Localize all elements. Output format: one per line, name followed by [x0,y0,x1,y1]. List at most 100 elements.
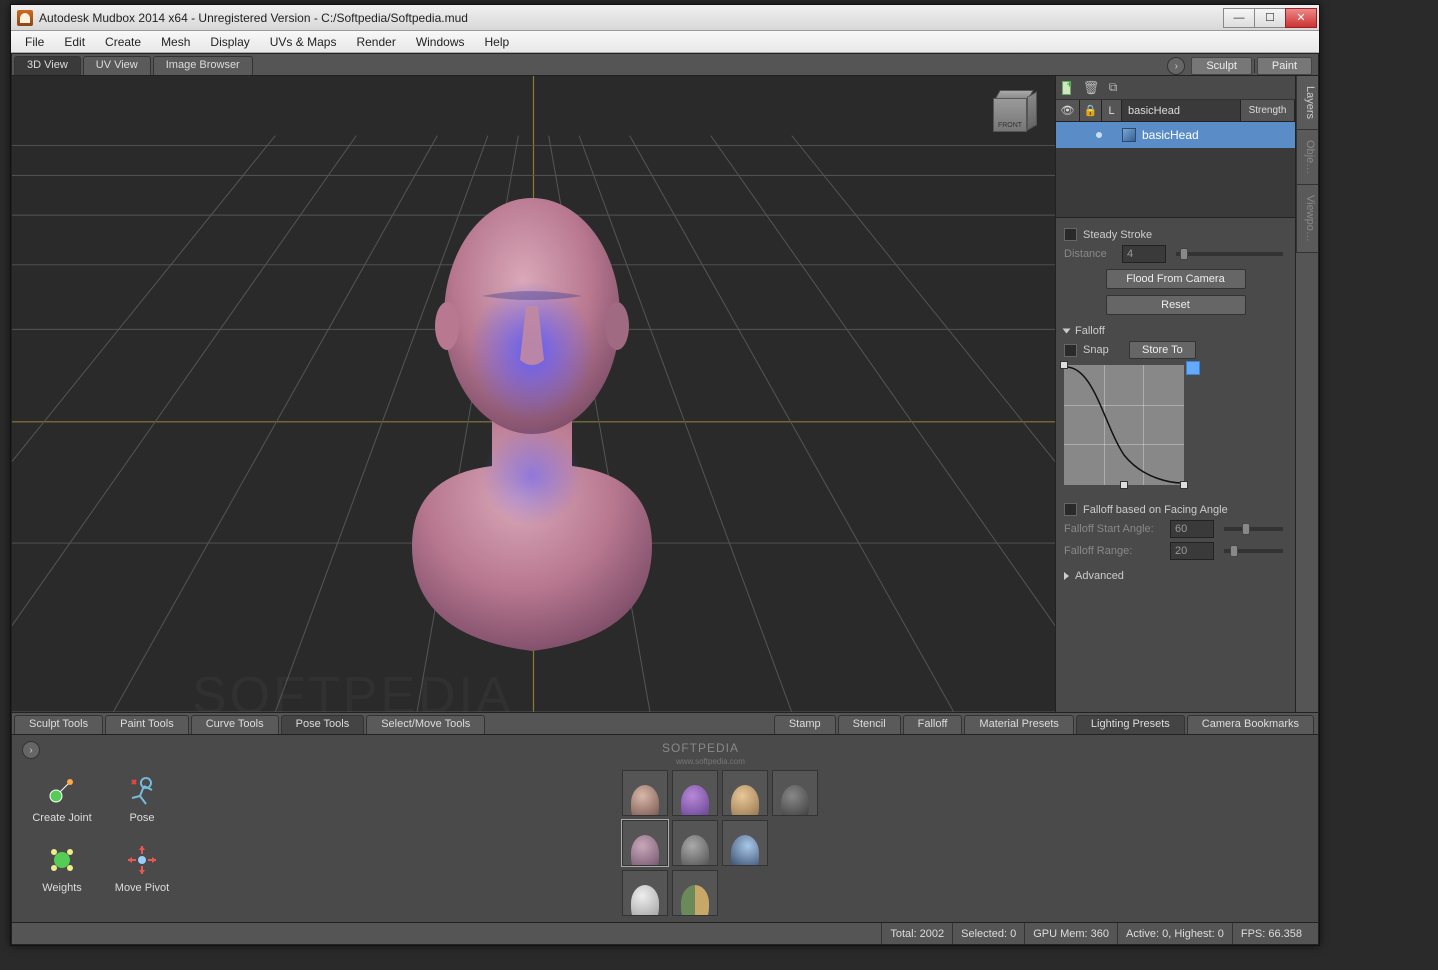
falloff-range-field[interactable]: 20 [1170,542,1214,560]
tab-sculpt-tools[interactable]: Sculpt Tools [14,715,103,734]
falloff-graph[interactable] [1064,365,1184,485]
side-tab-objects[interactable]: Obje… [1296,130,1318,185]
lighting-preset-2[interactable] [672,770,718,816]
tool-label: Weights [42,882,82,894]
minimize-button[interactable]: — [1223,8,1255,28]
mode-divider [1254,59,1255,73]
pose-tools-tray: › Create Joint Pose [12,735,612,922]
viewcube[interactable]: FRONT [993,90,1039,136]
viewcube-front[interactable]: FRONT [993,98,1027,132]
falloff-label: Falloff [1075,325,1105,337]
menu-file[interactable]: File [15,33,54,51]
pose-icon [124,772,160,808]
tool-weights[interactable]: Weights [22,833,102,903]
new-layer-icon[interactable] [1062,81,1076,95]
col-strength[interactable]: Strength [1241,100,1295,121]
tab-pose-tools[interactable]: Pose Tools [281,715,365,734]
snap-checkbox[interactable] [1064,344,1077,357]
tab-falloff[interactable]: Falloff [903,715,963,734]
window-title: Autodesk Mudbox 2014 x64 - Unregistered … [39,11,1224,25]
tool-move-pivot[interactable]: Move Pivot [102,833,182,903]
falloff-start-slider[interactable] [1224,527,1283,531]
status-gpu: GPU Mem: 360 [1024,923,1117,944]
lighting-preset-1[interactable] [622,770,668,816]
lighting-preset-8[interactable] [622,870,668,916]
falloff-section-header[interactable]: Falloff [1064,325,1287,337]
tab-paint-tools[interactable]: Paint Tools [105,715,189,734]
tab-curve-tools[interactable]: Curve Tools [191,715,279,734]
menu-display[interactable]: Display [200,33,259,51]
menu-windows[interactable]: Windows [406,33,475,51]
menu-edit[interactable]: Edit [54,33,95,51]
tray-collapse-button[interactable]: › [22,741,40,759]
app-icon [17,10,33,26]
menu-mesh[interactable]: Mesh [151,33,200,51]
mode-paint[interactable]: Paint [1257,57,1312,75]
steady-stroke-checkbox[interactable] [1064,228,1077,241]
distance-field[interactable]: 4 [1122,245,1166,263]
falloff-start-field[interactable]: 60 [1170,520,1214,538]
view-tabs: 3D View UV View Image Browser › Sculpt P… [12,54,1318,76]
tab-uv-view[interactable]: UV View [83,56,151,75]
head-model [392,186,672,656]
tab-select-move-tools[interactable]: Select/Move Tools [366,715,485,734]
falloff-range-slider[interactable] [1224,549,1283,553]
reset-button[interactable]: Reset [1106,295,1246,315]
tab-3d-view[interactable]: 3D View [14,56,81,75]
viewcube-side[interactable] [1027,91,1037,131]
panel-collapse-button[interactable]: › [1167,57,1185,75]
menu-render[interactable]: Render [346,33,405,51]
tab-camera-bookmarks[interactable]: Camera Bookmarks [1187,715,1314,734]
tab-stamp[interactable]: Stamp [774,715,836,734]
side-tab-layers[interactable]: Layers [1296,76,1318,130]
tool-pose[interactable]: Pose [102,763,182,833]
col-lock[interactable]: 🔒 [1080,100,1102,121]
side-tab-viewport[interactable]: Viewpo… [1296,185,1318,253]
maximize-button[interactable]: ☐ [1254,8,1286,28]
tab-stencil[interactable]: Stencil [838,715,901,734]
close-button[interactable]: ✕ [1285,8,1317,28]
menu-help[interactable]: Help [475,33,520,51]
tool-label: Move Pivot [115,882,169,894]
store-to-button[interactable]: Store To [1129,341,1196,359]
facing-angle-label: Falloff based on Facing Angle [1083,504,1228,516]
menu-create[interactable]: Create [95,33,151,51]
tab-lighting-presets[interactable]: Lighting Presets [1076,715,1185,734]
col-name: basicHead [1122,100,1241,121]
titlebar[interactable]: Autodesk Mudbox 2014 x64 - Unregistered … [11,5,1319,31]
falloff-preset-icon[interactable] [1186,361,1200,375]
viewport-3d[interactable]: FRONT SOFTPEDIA [12,76,1056,712]
tab-material-presets[interactable]: Material Presets [964,715,1073,734]
tool-create-joint[interactable]: Create Joint [22,763,102,833]
lighting-preset-3[interactable] [722,770,768,816]
tool-properties: Steady Stroke Distance 4 Flood From Came… [1056,218,1295,712]
facing-angle-checkbox[interactable] [1064,503,1077,516]
col-visibility[interactable]: 👁 [1056,100,1080,121]
falloff-range-label: Falloff Range: [1064,545,1164,557]
mode-sculpt[interactable]: Sculpt [1191,57,1252,75]
advanced-section-header[interactable]: Advanced [1064,570,1287,582]
delete-layer-icon[interactable]: 🗑 [1084,81,1098,95]
menu-uvs-maps[interactable]: UVs & Maps [260,33,347,51]
distance-label: Distance [1064,248,1116,260]
lighting-preset-5[interactable] [622,820,668,866]
eye-icon: 👁 [1061,104,1075,117]
flood-from-camera-button[interactable]: Flood From Camera [1106,269,1246,289]
lighting-preset-9[interactable] [672,870,718,916]
col-l[interactable]: L [1102,100,1122,121]
falloff-start-label: Falloff Start Angle: [1064,523,1164,535]
duplicate-layer-icon[interactable]: ⧉ [1106,81,1120,95]
chevron-down-icon [1063,329,1071,334]
lighting-preset-7[interactable] [722,820,768,866]
layer-item-label: basicHead [1142,128,1199,142]
move-pivot-icon [124,842,160,878]
lighting-preset-4[interactable] [772,770,818,816]
distance-slider[interactable] [1176,252,1283,256]
tab-image-browser[interactable]: Image Browser [153,56,253,75]
status-total: Total: 2002 [881,923,952,944]
layer-list-empty [1056,148,1295,218]
layer-item-basichead[interactable]: basicHead [1056,122,1295,148]
chevron-right-icon [1064,572,1069,580]
status-bar: Total: 2002 Selected: 0 GPU Mem: 360 Act… [12,922,1318,944]
lighting-preset-6[interactable] [672,820,718,866]
